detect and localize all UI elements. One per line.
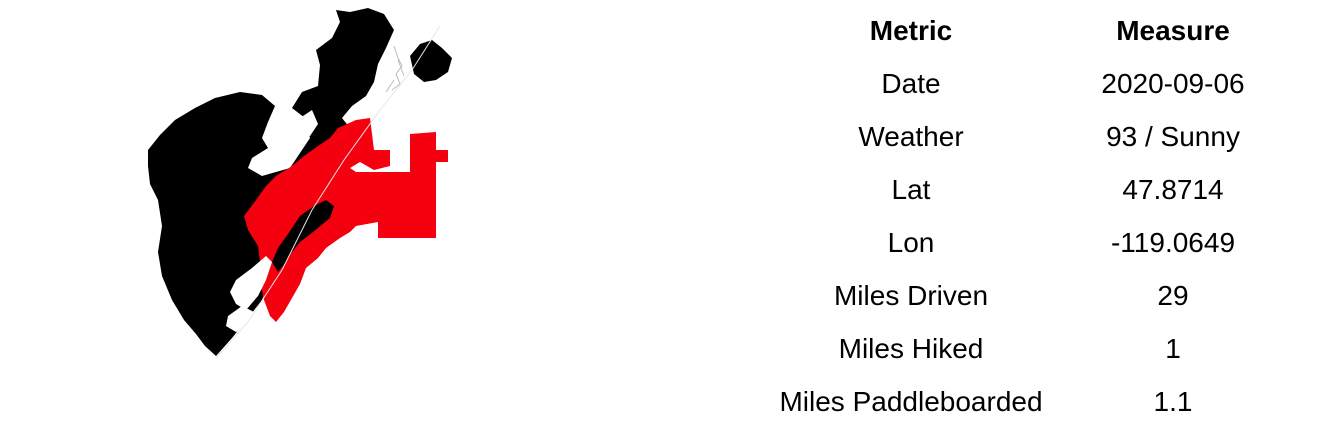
map-region-island [410, 40, 452, 82]
measure-cell: -119.0649 [1110, 226, 1236, 258]
measure-cell: 1 [1165, 332, 1181, 364]
header-metric: Metric [869, 14, 953, 46]
measure-cell: 29 [1157, 279, 1189, 311]
map-region-highlight [244, 118, 448, 322]
metric-cell: Miles Hiked [838, 332, 984, 364]
table-row: Date 2020-09-06 [748, 57, 1272, 110]
table-row: Weather 93 / Sunny [748, 110, 1272, 163]
table-row: Miles Driven 29 [748, 269, 1272, 322]
table-row: Lat 47.8714 [748, 163, 1272, 216]
header-measure: Measure [1116, 14, 1230, 46]
measure-cell: 93 / Sunny [1106, 120, 1240, 152]
metric-cell: Date [881, 67, 941, 99]
metric-cell: Lon [887, 226, 935, 258]
metric-cell: Miles Driven [833, 279, 989, 311]
metric-cell: Lat [891, 173, 931, 205]
table-row: Lon -119.0649 [748, 216, 1272, 269]
table-row: Miles Hiked 1 [748, 322, 1272, 375]
table-row: Miles Paddleboarded 1.1 [748, 375, 1272, 428]
map-svg [148, 8, 452, 359]
table-header-row: Metric Measure [748, 4, 1272, 57]
measure-cell: 2020-09-06 [1101, 67, 1245, 99]
metric-cell: Miles Paddleboarded [779, 385, 1043, 417]
metrics-table: Metric Measure Date 2020-09-06 Weather 9… [748, 4, 1272, 428]
map-trace [385, 45, 405, 93]
measure-cell: 1.1 [1153, 385, 1193, 417]
metric-cell: Weather [858, 120, 964, 152]
map [130, 0, 470, 370]
measure-cell: 47.8714 [1122, 173, 1224, 205]
